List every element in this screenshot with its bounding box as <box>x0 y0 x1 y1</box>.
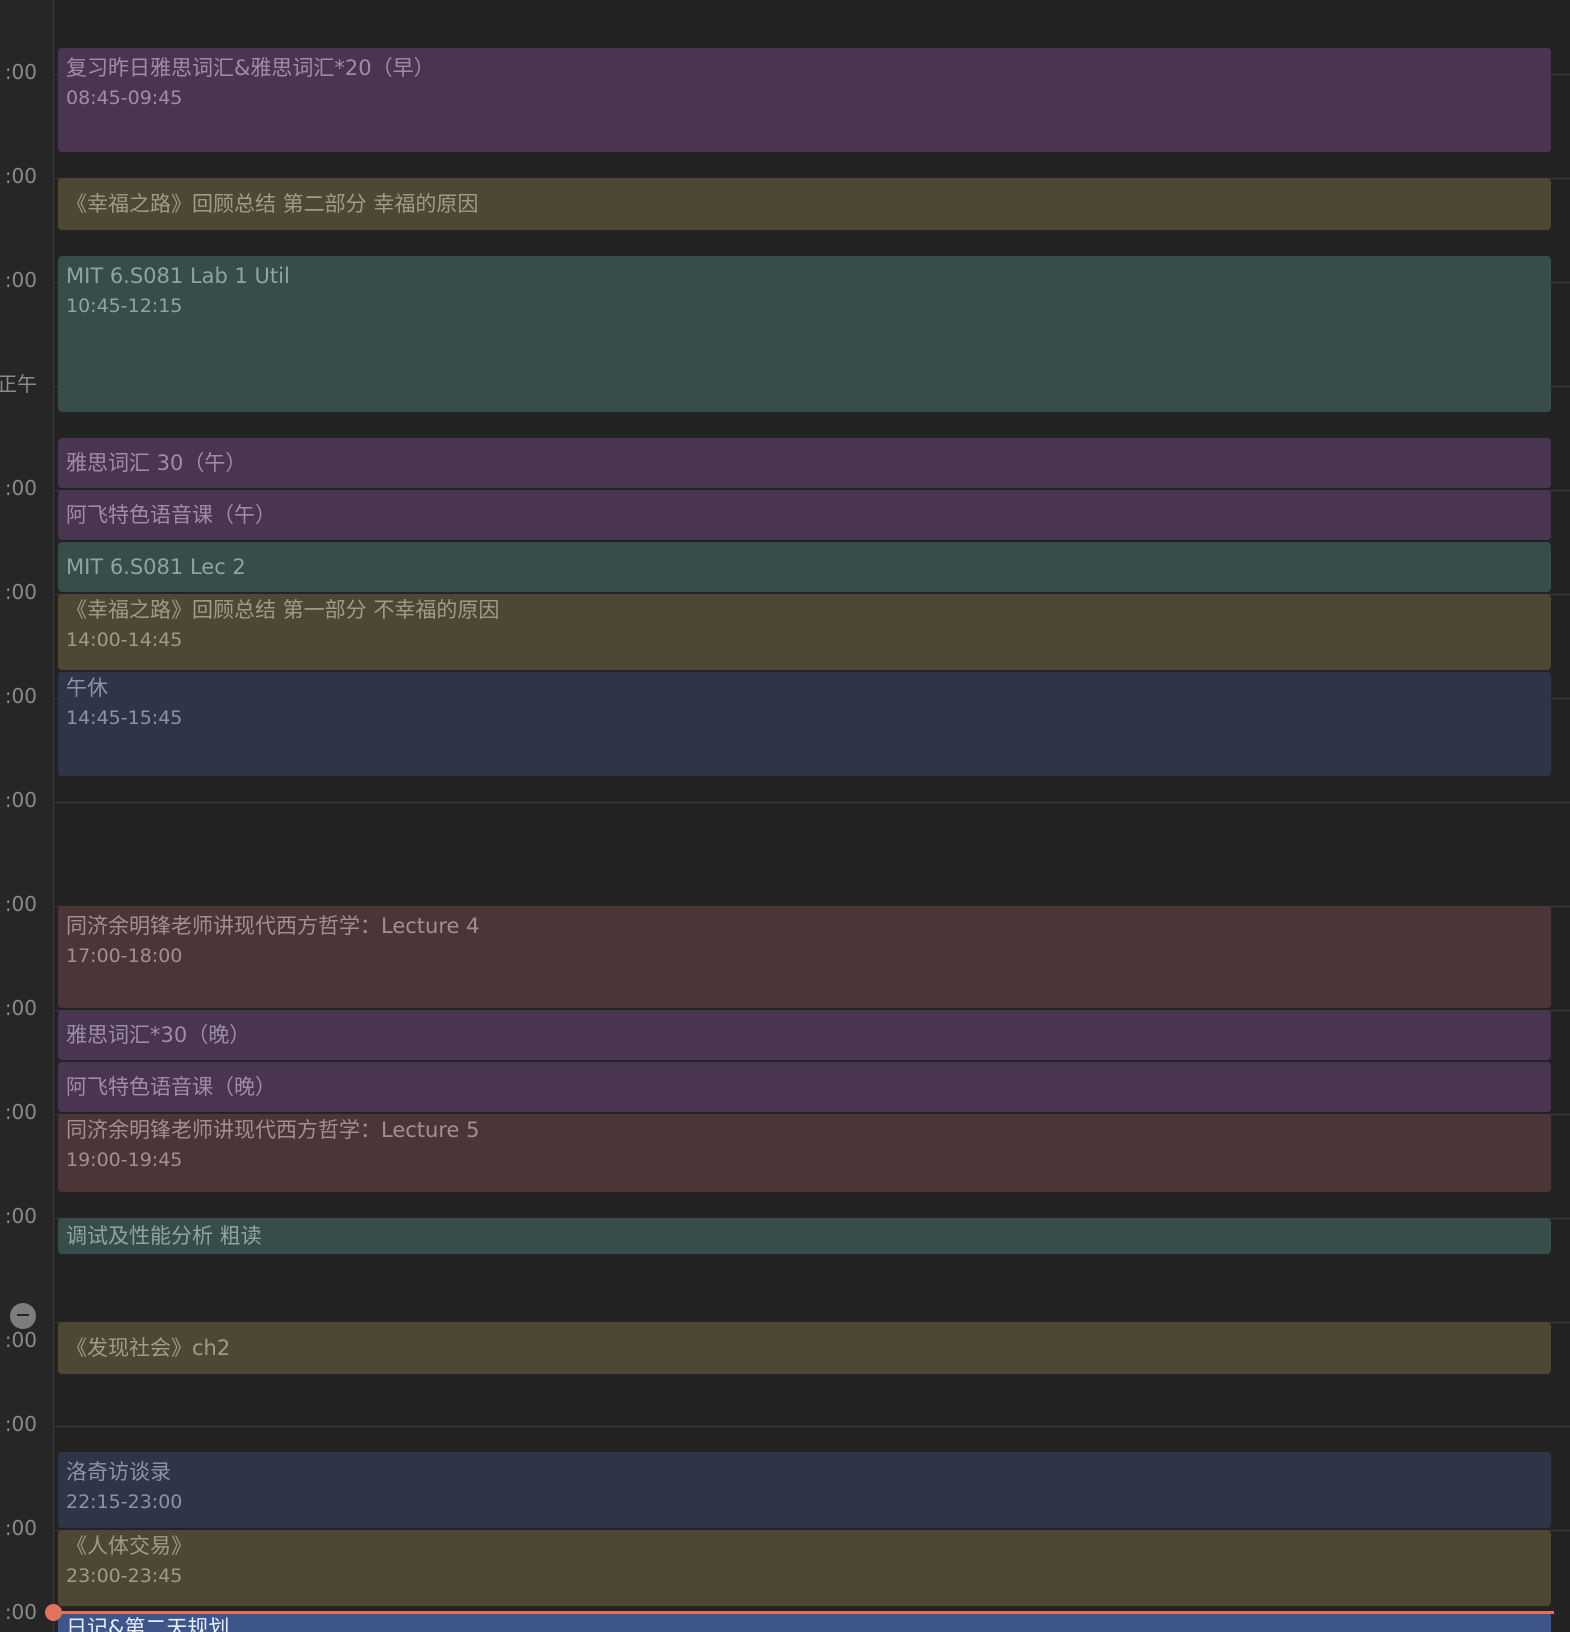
hour-label: :00 <box>4 1516 37 1540</box>
hour-label: :00 <box>4 1412 37 1436</box>
hour-label: :00 <box>4 580 37 604</box>
event-title: 午休 <box>66 676 108 700</box>
calendar-event[interactable]: 同济余明锋老师讲现代西方哲学：Lecture 5 19:00-19:45 <box>58 1114 1551 1192</box>
calendar-event[interactable]: 雅思词汇*30（晚） <box>58 1010 1551 1060</box>
hour-label: :00 <box>4 1204 37 1228</box>
scroll-handle-icon[interactable] <box>10 1303 36 1329</box>
event-title: 日记&第二天规划 <box>66 1616 230 1632</box>
event-time: 08:45-09:45 <box>66 87 183 109</box>
calendar-event[interactable]: 复习昨日雅思词汇&雅思词汇*20（早） 08:45-09:45 <box>58 48 1551 152</box>
calendar-event[interactable]: 日记&第二天规划 <box>58 1612 1551 1632</box>
event-title: MIT 6.S081 Lec 2 <box>66 555 246 579</box>
event-title: 雅思词汇*30（晚） <box>66 1023 251 1047</box>
calendar-event[interactable]: 《人体交易》 23:00-23:45 <box>58 1530 1551 1606</box>
calendar-event[interactable]: 阿飞特色语音课（晚） <box>58 1062 1551 1112</box>
hour-label: :00 <box>4 476 37 500</box>
current-time-line <box>54 1611 1554 1614</box>
hour-label: :00 <box>4 996 37 1020</box>
event-title: 《幸福之路》回顾总结 第一部分 不幸福的原因 <box>66 598 500 622</box>
event-time: 23:00-23:45 <box>66 1565 183 1587</box>
calendar-event[interactable]: 《幸福之路》回顾总结 第一部分 不幸福的原因 14:00-14:45 <box>58 594 1551 670</box>
day-calendar-view: :00 :00 :00 正午 :00 :00 :00 :00 :00 :00 :… <box>0 0 1570 1632</box>
event-title: 阿飞特色语音课（晚） <box>66 1075 276 1099</box>
hour-gridline <box>54 802 1570 803</box>
event-title: 洛奇访谈录 <box>66 1460 171 1484</box>
hour-label: :00 <box>4 164 37 188</box>
event-time: 14:45-15:45 <box>66 707 183 729</box>
event-title: 调试及性能分析 粗读 <box>66 1224 262 1248</box>
event-time: 22:15-23:00 <box>66 1491 183 1513</box>
hour-label: :00 <box>4 892 37 916</box>
current-time-dot-icon <box>45 1604 62 1621</box>
event-title: 《发现社会》ch2 <box>66 1336 231 1360</box>
hour-label-noon: 正午 <box>0 372 37 396</box>
calendar-event[interactable]: 调试及性能分析 粗读 <box>58 1218 1551 1254</box>
calendar-event[interactable]: 阿飞特色语音课（午） <box>58 490 1551 540</box>
hour-label: :00 <box>4 60 37 84</box>
calendar-event[interactable]: 午休 14:45-15:45 <box>58 672 1551 776</box>
calendar-event[interactable]: 洛奇访谈录 22:15-23:00 <box>58 1452 1551 1528</box>
time-gutter: :00 :00 :00 正午 :00 :00 :00 :00 :00 :00 :… <box>0 0 54 1632</box>
hour-label: :00 <box>4 1328 37 1352</box>
event-title: 雅思词汇 30（午） <box>66 451 247 475</box>
event-time: 19:00-19:45 <box>66 1149 183 1171</box>
calendar-event[interactable]: 《发现社会》ch2 <box>58 1322 1551 1374</box>
hour-label: :00 <box>4 1100 37 1124</box>
event-time: 17:00-18:00 <box>66 945 183 967</box>
hour-label: :00 <box>4 268 37 292</box>
hour-label: :00 <box>4 684 37 708</box>
calendar-event[interactable]: 雅思词汇 30（午） <box>58 438 1551 488</box>
event-title: 《幸福之路》回顾总结 第二部分 幸福的原因 <box>66 192 479 216</box>
event-time: 10:45-12:15 <box>66 295 183 317</box>
calendar-event[interactable]: MIT 6.S081 Lec 2 <box>58 542 1551 592</box>
calendar-event[interactable]: 《幸福之路》回顾总结 第二部分 幸福的原因 <box>58 178 1551 230</box>
event-title: 同济余明锋老师讲现代西方哲学：Lecture 5 <box>66 1118 480 1142</box>
event-title: MIT 6.S081 Lab 1 Util <box>66 264 290 288</box>
calendar-event[interactable]: MIT 6.S081 Lab 1 Util 10:45-12:15 <box>58 256 1551 412</box>
event-title: 《人体交易》 <box>66 1534 192 1558</box>
hour-label: :00 <box>4 1600 37 1624</box>
event-time: 14:00-14:45 <box>66 629 183 651</box>
hour-label: :00 <box>4 788 37 812</box>
event-title: 复习昨日雅思词汇&雅思词汇*20（早） <box>66 56 435 80</box>
calendar-event[interactable]: 同济余明锋老师讲现代西方哲学：Lecture 4 17:00-18:00 <box>58 906 1551 1008</box>
hour-gridline <box>54 1426 1570 1427</box>
event-title: 阿飞特色语音课（午） <box>66 503 276 527</box>
event-title: 同济余明锋老师讲现代西方哲学：Lecture 4 <box>66 914 480 938</box>
